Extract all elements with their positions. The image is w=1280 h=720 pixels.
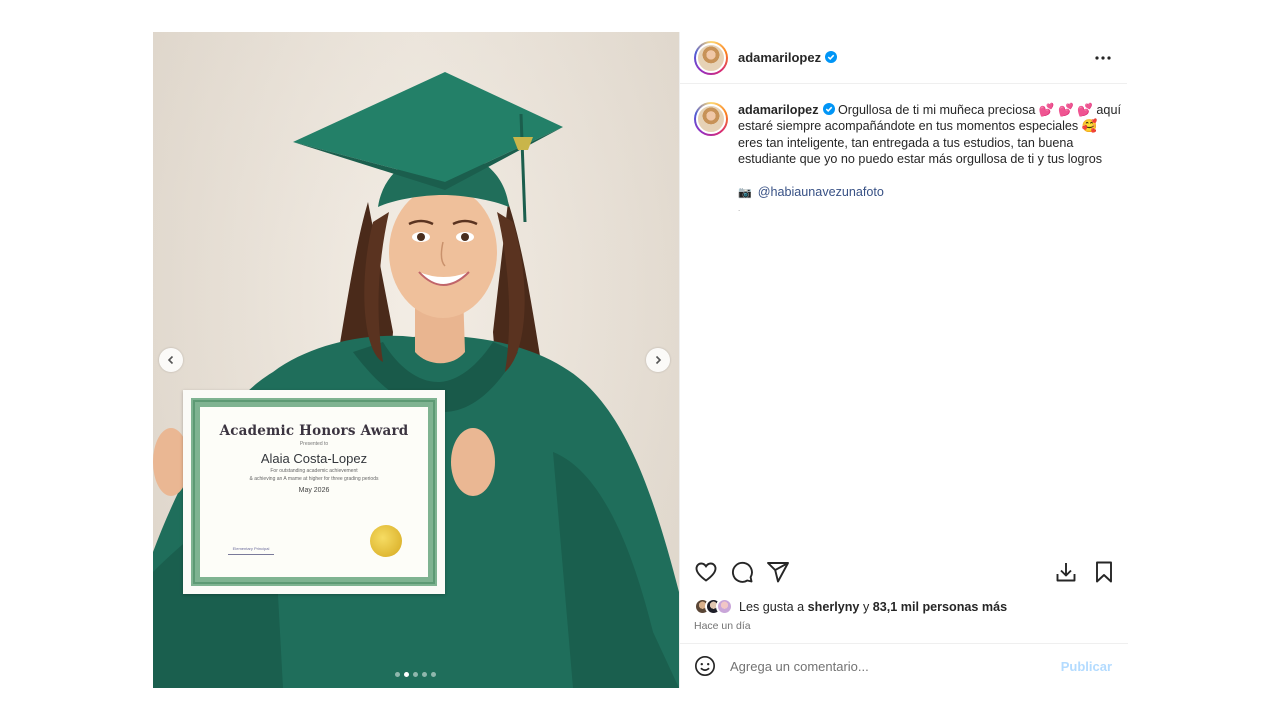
comment-input[interactable] [730, 658, 1050, 674]
heart-icon [695, 562, 717, 582]
carousel-dot [422, 672, 427, 677]
caption-avatar-image [696, 104, 726, 134]
comment-icon [731, 561, 753, 583]
certificate: Academic Honors Award Presented to Alaia… [183, 390, 445, 594]
more-icon [1095, 56, 1111, 60]
likes-joiner: y [862, 599, 870, 614]
certificate-line-2: & achieving an A mame at higher for thre… [249, 476, 379, 482]
bookmark-icon [1096, 561, 1112, 583]
chevron-right-icon [655, 355, 662, 365]
comment-bar: Publicar [680, 643, 1128, 688]
header-username[interactable]: adamarilopez [738, 50, 838, 65]
liker-avatars [694, 598, 733, 615]
certificate-title: Academic Honors Award [219, 423, 409, 439]
liker-avatar [716, 598, 733, 615]
header-username-text: adamarilopez [738, 50, 822, 65]
emoji-icon[interactable] [694, 655, 716, 677]
credit-line: 📷 @habiaunavezunafoto [738, 184, 1122, 201]
post-header: adamarilopez [680, 32, 1127, 84]
certificate-presented: Presented to [299, 441, 329, 447]
camera-icon: 📷 [738, 186, 752, 199]
more-options-button[interactable] [1093, 48, 1113, 68]
gold-seal-icon [370, 525, 402, 557]
carousel-dot [395, 672, 400, 677]
chevron-left-icon [167, 355, 174, 365]
caption: adamarilopez Orgullosa de ti mi muñeca p… [694, 102, 1124, 213]
avatar-image [696, 42, 726, 73]
save-button[interactable] [1092, 560, 1116, 584]
carousel-dot [413, 672, 418, 677]
avatar[interactable] [694, 40, 728, 75]
verified-icon [825, 51, 838, 63]
carousel-dot [431, 672, 436, 677]
likes-count[interactable]: 83,1 mil personas más [873, 600, 1007, 614]
carousel-dots [395, 672, 436, 677]
publish-button[interactable]: Publicar [1061, 659, 1112, 674]
certificate-name: Alaia Costa-Lopez [260, 451, 368, 466]
download-icon [1056, 563, 1076, 582]
share-icon [767, 562, 789, 583]
caption-avatar[interactable] [694, 102, 728, 136]
photographer-mention[interactable]: @habiaunavezunafoto [758, 185, 884, 199]
action-bar [680, 558, 1128, 588]
caption-text-block: adamarilopez Orgullosa de ti mi muñeca p… [738, 102, 1122, 213]
signature-label: Elementary Principal [232, 546, 270, 551]
post-timestamp[interactable]: Hace un día [694, 620, 751, 632]
certificate-signature: Elementary Principal [228, 546, 274, 555]
likes-summary[interactable]: Les gusta a sherlyny y 83,1 mil personas… [694, 598, 1007, 615]
download-button[interactable] [1054, 560, 1078, 584]
likes-user[interactable]: sherlyny [808, 600, 860, 614]
next-button[interactable] [646, 348, 670, 372]
verified-icon [822, 103, 835, 115]
comment-button[interactable] [730, 560, 754, 584]
caption-username-text: adamarilopez [738, 103, 819, 117]
post-media[interactable]: Academic Honors Award Presented to Alaia… [153, 32, 679, 688]
post-dialog: Academic Honors Award Presented to Alaia… [153, 32, 1128, 688]
certificate-date: May 2026 [298, 487, 330, 494]
caption-username[interactable]: adamarilopez [738, 103, 835, 117]
carousel-dot [404, 672, 409, 677]
share-button[interactable] [766, 560, 790, 584]
like-button[interactable] [694, 560, 718, 584]
certificate-line-1: For outstanding academic achievement [270, 468, 358, 474]
caption-separator: . [738, 204, 741, 214]
post-side-panel: adamarilopez adamarilopez Orgullosa de t… [679, 32, 1128, 688]
previous-button[interactable] [159, 348, 183, 372]
likes-prefix: Les gusta a [739, 599, 805, 614]
certificate-border: Academic Honors Award Presented to Alaia… [191, 398, 437, 586]
